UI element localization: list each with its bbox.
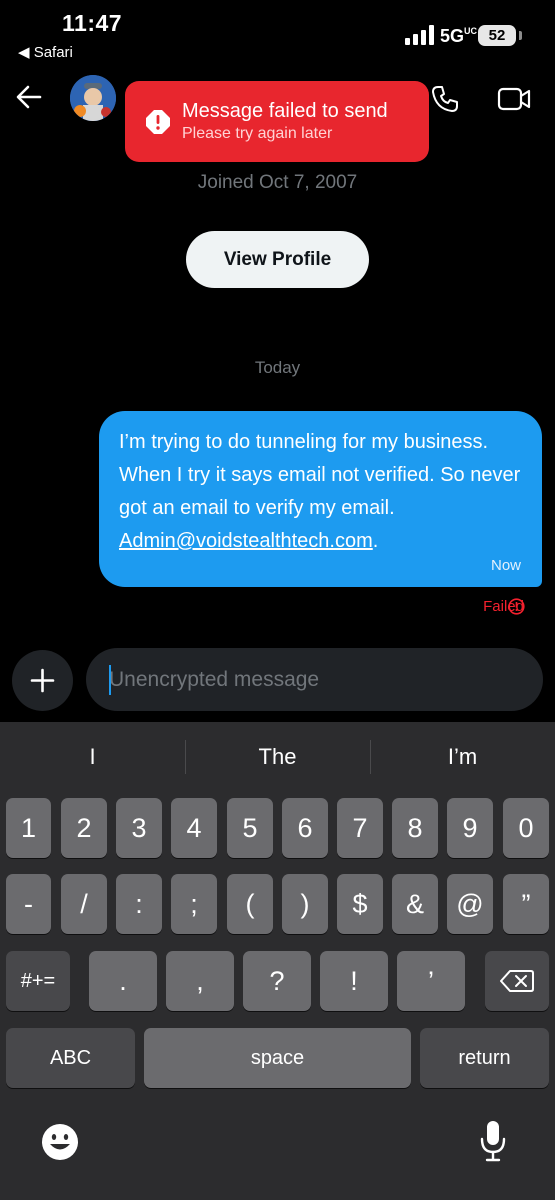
key-slash[interactable]: / xyxy=(61,874,107,934)
message-input[interactable] xyxy=(86,648,543,711)
key-0[interactable]: 0 xyxy=(503,798,549,858)
key-exclamation[interactable]: ! xyxy=(320,951,388,1011)
message-end: . xyxy=(372,530,379,552)
key-semicolon[interactable]: ; xyxy=(171,874,217,934)
backspace-icon xyxy=(500,970,534,992)
back-to-app-link[interactable]: ◀ Safari xyxy=(18,43,73,61)
plus-icon xyxy=(30,668,55,693)
key-close-paren[interactable]: ) xyxy=(282,874,328,934)
suggestion-3[interactable]: I’m xyxy=(370,744,555,770)
message-text: I’m trying to do tunneling for my busine… xyxy=(119,426,539,558)
toast-subtitle: Please try again later xyxy=(182,125,333,142)
suggestion-2[interactable]: The xyxy=(185,744,370,770)
key-comma[interactable]: , xyxy=(166,951,234,1011)
error-toast[interactable]: Message failed to send Please try again … xyxy=(125,81,429,162)
key-7[interactable]: 7 xyxy=(337,798,383,858)
key-3[interactable]: 3 xyxy=(116,798,162,858)
key-9[interactable]: 9 xyxy=(447,798,493,858)
return-key[interactable]: return xyxy=(420,1028,549,1088)
key-quote[interactable]: ” xyxy=(503,874,549,934)
message-bubble[interactable]: I’m trying to do tunneling for my busine… xyxy=(99,411,542,587)
keyboard: I The I’m 1 2 3 4 5 6 7 8 9 0 - / : ; ( … xyxy=(0,722,555,1200)
view-profile-button[interactable]: View Profile xyxy=(186,231,369,288)
key-abc[interactable]: ABC xyxy=(6,1028,135,1088)
key-ampersand[interactable]: & xyxy=(392,874,438,934)
key-apostrophe[interactable]: ’ xyxy=(397,951,465,1011)
key-5[interactable]: 5 xyxy=(227,798,273,858)
battery-tip xyxy=(519,31,522,40)
back-arrow-icon[interactable] xyxy=(14,82,44,112)
message-time: Now xyxy=(490,557,521,574)
phone-icon[interactable] xyxy=(430,84,460,114)
suggestion-1[interactable]: I xyxy=(0,744,185,770)
key-colon[interactable]: : xyxy=(116,874,162,934)
joined-date: Joined Oct 7, 2007 xyxy=(197,172,358,193)
battery-indicator: 52 xyxy=(478,25,516,46)
space-key[interactable]: space xyxy=(144,1028,411,1088)
network-type: 5GUC xyxy=(440,26,478,46)
info-icon[interactable] xyxy=(508,598,525,615)
signal-icon xyxy=(405,25,434,45)
network-suffix: UC xyxy=(464,26,478,36)
key-8[interactable]: 8 xyxy=(392,798,438,858)
date-separator: Today xyxy=(254,358,301,377)
alert-icon xyxy=(146,110,170,134)
key-hyphen[interactable]: - xyxy=(6,874,51,934)
key-dollar[interactable]: $ xyxy=(337,874,383,934)
key-6[interactable]: 6 xyxy=(282,798,328,858)
text-cursor xyxy=(109,665,111,695)
key-4[interactable]: 4 xyxy=(171,798,217,858)
key-1[interactable]: 1 xyxy=(6,798,51,858)
key-open-paren[interactable]: ( xyxy=(227,874,273,934)
backspace-key[interactable] xyxy=(485,951,549,1011)
key-more-symbols[interactable]: #+= xyxy=(6,951,70,1011)
add-attachment-button[interactable] xyxy=(12,650,73,711)
key-period[interactable]: . xyxy=(89,951,157,1011)
microphone-icon[interactable] xyxy=(479,1119,507,1163)
key-at[interactable]: @ xyxy=(447,874,493,934)
email-link[interactable]: Admin@voidstealthtech.com xyxy=(119,530,373,552)
toast-title: Message failed to send xyxy=(182,100,388,122)
status-time: 11:47 xyxy=(62,10,123,36)
message-body: I’m trying to do tunneling for my busine… xyxy=(119,431,521,519)
video-icon[interactable] xyxy=(497,86,531,112)
key-question[interactable]: ? xyxy=(243,951,311,1011)
key-2[interactable]: 2 xyxy=(61,798,107,858)
avatar[interactable] xyxy=(70,75,116,121)
emoji-icon[interactable] xyxy=(40,1122,80,1162)
